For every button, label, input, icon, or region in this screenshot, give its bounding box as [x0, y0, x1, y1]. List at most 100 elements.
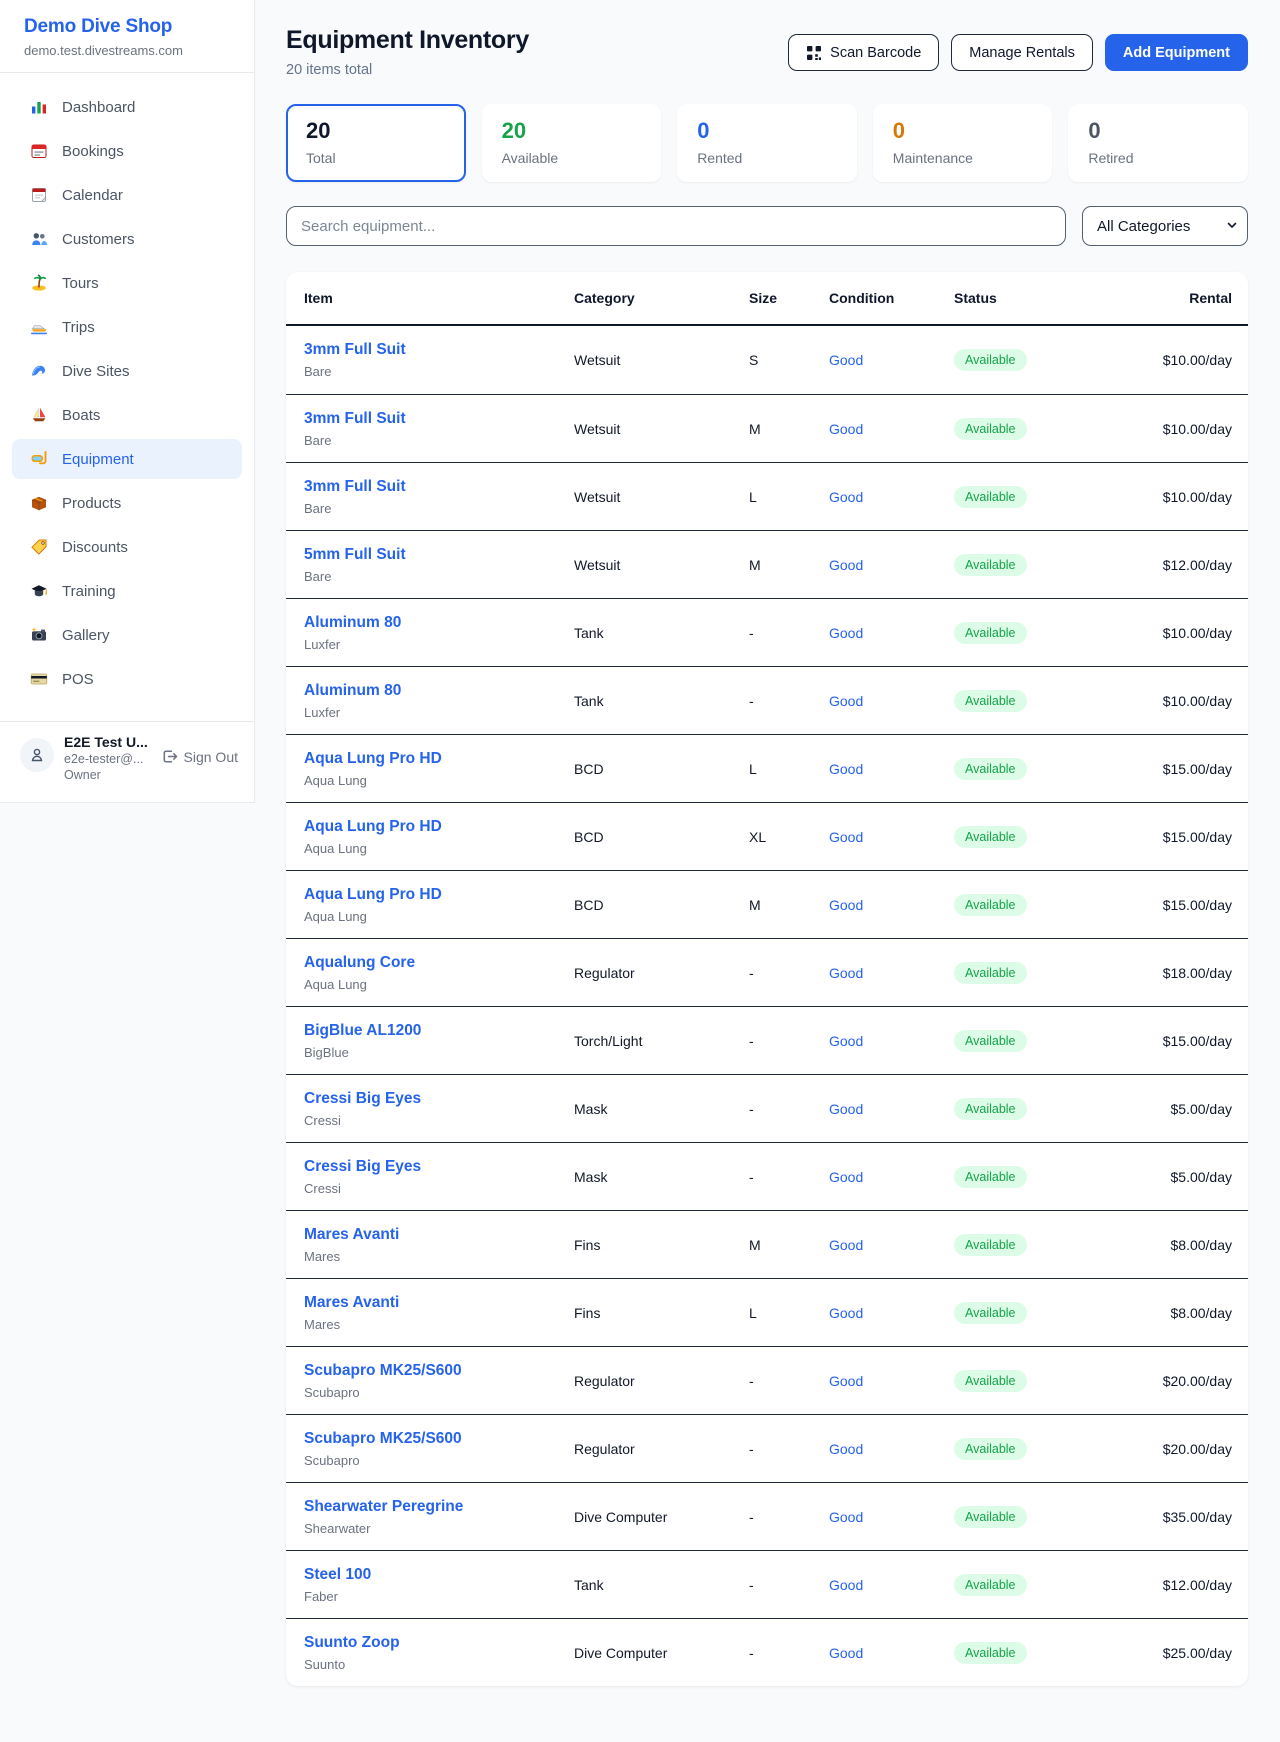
- item-name-link[interactable]: Aqua Lung Pro HD: [304, 886, 574, 904]
- sidebar-item-trips[interactable]: Trips: [12, 307, 242, 347]
- item-name-link[interactable]: 3mm Full Suit: [304, 410, 574, 428]
- item-condition-link[interactable]: Good: [829, 557, 954, 573]
- item-cell: Cressi Big EyesCressi: [304, 1090, 574, 1128]
- table-row: Aqua Lung Pro HDAqua LungBCDLGoodAvailab…: [286, 734, 1248, 802]
- item-name-link[interactable]: BigBlue AL1200: [304, 1022, 574, 1040]
- add-equipment-button[interactable]: Add Equipment: [1105, 34, 1248, 71]
- item-name-link[interactable]: Scubapro MK25/S600: [304, 1430, 574, 1448]
- speedboat-icon: [30, 318, 48, 336]
- item-cell: 3mm Full Suit Bare: [304, 341, 574, 379]
- stat-value: 20: [502, 119, 642, 143]
- item-condition-link[interactable]: Good: [829, 1509, 954, 1525]
- item-condition-link[interactable]: Good: [829, 1033, 954, 1049]
- stat-card-retired[interactable]: 0Retired: [1068, 104, 1248, 182]
- sidebar-item-discounts[interactable]: Discounts: [12, 527, 242, 567]
- column-header-category: Category: [574, 290, 749, 306]
- item-condition-link[interactable]: Good: [829, 421, 954, 437]
- sidebar-item-bookings[interactable]: Bookings: [12, 131, 242, 171]
- item-condition-link[interactable]: Good: [829, 1577, 954, 1593]
- status-cell: Available: [954, 418, 1134, 440]
- item-name-link[interactable]: Scubapro MK25/S600: [304, 1362, 574, 1380]
- item-rental-rate: $10.00/day: [1134, 489, 1232, 505]
- item-cell: Aqua Lung Pro HDAqua Lung: [304, 750, 574, 788]
- sidebar-item-gallery[interactable]: Gallery: [12, 615, 242, 655]
- item-name-link[interactable]: Steel 100: [304, 1566, 574, 1584]
- item-condition-link[interactable]: Good: [829, 897, 954, 913]
- item-size: S: [749, 352, 829, 368]
- item-name-link[interactable]: Aqualung Core: [304, 954, 574, 972]
- sidebar-item-equipment[interactable]: Equipment: [12, 439, 242, 479]
- item-rental-rate: $8.00/day: [1134, 1237, 1232, 1253]
- item-condition-link[interactable]: Good: [829, 1237, 954, 1253]
- sidebar-item-boats[interactable]: Boats: [12, 395, 242, 435]
- table-row: Cressi Big EyesCressiMask-GoodAvailable$…: [286, 1142, 1248, 1210]
- item-name-link[interactable]: Aqua Lung Pro HD: [304, 818, 574, 836]
- sidebar-item-tours[interactable]: Tours: [12, 263, 242, 303]
- item-condition-link[interactable]: Good: [829, 965, 954, 981]
- item-cell: Mares AvantiMares: [304, 1226, 574, 1264]
- item-rental-rate: $5.00/day: [1134, 1101, 1232, 1117]
- stat-card-available[interactable]: 20 Available: [482, 104, 662, 182]
- item-condition-link[interactable]: Good: [829, 1305, 954, 1321]
- item-name-link[interactable]: Cressi Big Eyes: [304, 1090, 574, 1108]
- item-name-link[interactable]: Aluminum 80: [304, 614, 574, 632]
- item-condition-link[interactable]: Good: [829, 1645, 954, 1661]
- stat-label: Available: [502, 150, 642, 166]
- item-brand: Bare: [304, 364, 574, 379]
- item-condition-link[interactable]: Good: [829, 1101, 954, 1117]
- item-size: -: [749, 1577, 829, 1593]
- stat-label: Rented: [697, 150, 837, 166]
- stat-value: 0: [697, 119, 837, 143]
- status-badge: Available: [954, 894, 1027, 916]
- status-badge: Available: [954, 1302, 1027, 1324]
- item-name-link[interactable]: Mares Avanti: [304, 1226, 574, 1244]
- item-name-link[interactable]: 3mm Full Suit: [304, 478, 574, 496]
- item-name-link[interactable]: Shearwater Peregrine: [304, 1498, 574, 1516]
- item-name-link[interactable]: 5mm Full Suit: [304, 546, 574, 564]
- item-condition-link[interactable]: Good: [829, 693, 954, 709]
- sidebar-item-label: Gallery: [62, 627, 110, 644]
- sidebar-item-calendar[interactable]: Calendar: [12, 175, 242, 215]
- sidebar-item-customers[interactable]: Customers: [12, 219, 242, 259]
- item-condition-link[interactable]: Good: [829, 1373, 954, 1389]
- item-condition-link[interactable]: Good: [829, 625, 954, 641]
- status-cell: Available: [954, 826, 1134, 848]
- sidebar-item-label: Trips: [62, 319, 95, 336]
- item-name-link[interactable]: Suunto Zoop: [304, 1634, 574, 1652]
- item-name-link[interactable]: 3mm Full Suit: [304, 341, 574, 359]
- category-filter-select[interactable]: All Categories: [1082, 206, 1248, 246]
- stat-label: Maintenance: [893, 150, 1033, 166]
- item-condition-link[interactable]: Good: [829, 761, 954, 777]
- item-condition-link[interactable]: Good: [829, 1169, 954, 1185]
- manage-rentals-button[interactable]: Manage Rentals: [951, 34, 1093, 71]
- sidebar-item-dashboard[interactable]: Dashboard: [12, 87, 242, 127]
- sidebar-item-products[interactable]: Products: [12, 483, 242, 523]
- search-input[interactable]: [286, 206, 1066, 246]
- item-condition-link[interactable]: Good: [829, 1441, 954, 1457]
- item-category: BCD: [574, 761, 749, 777]
- sidebar-item-dive-sites[interactable]: Dive Sites: [12, 351, 242, 391]
- camera-icon: [30, 626, 48, 644]
- stat-card-rented[interactable]: 0 Rented: [677, 104, 857, 182]
- item-name-link[interactable]: Aluminum 80: [304, 682, 574, 700]
- scan-barcode-button[interactable]: Scan Barcode: [788, 34, 939, 71]
- item-name-link[interactable]: Cressi Big Eyes: [304, 1158, 574, 1176]
- sidebar-item-training[interactable]: Training: [12, 571, 242, 611]
- item-name-link[interactable]: Aqua Lung Pro HD: [304, 750, 574, 768]
- status-badge: Available: [954, 622, 1027, 644]
- items-total-subtitle: 20 items total: [286, 62, 529, 78]
- item-brand: Scubapro: [304, 1385, 574, 1400]
- item-condition-link[interactable]: Good: [829, 489, 954, 505]
- stat-card-total[interactable]: 20Total: [286, 104, 466, 182]
- item-rental-rate: $12.00/day: [1134, 1577, 1232, 1593]
- item-name-link[interactable]: Mares Avanti: [304, 1294, 574, 1312]
- stat-card-maintenance[interactable]: 0Maintenance: [873, 104, 1053, 182]
- people-icon: [30, 230, 48, 248]
- item-condition-link[interactable]: Good: [829, 829, 954, 845]
- sidebar-item-pos[interactable]: POS: [12, 659, 242, 699]
- status-badge: Available: [954, 1030, 1027, 1052]
- item-cell: Steel 100Faber: [304, 1566, 574, 1604]
- sign-out-button[interactable]: Sign Out: [161, 748, 238, 765]
- item-condition-link[interactable]: Good: [829, 352, 954, 368]
- status-badge: Available: [954, 1098, 1027, 1120]
